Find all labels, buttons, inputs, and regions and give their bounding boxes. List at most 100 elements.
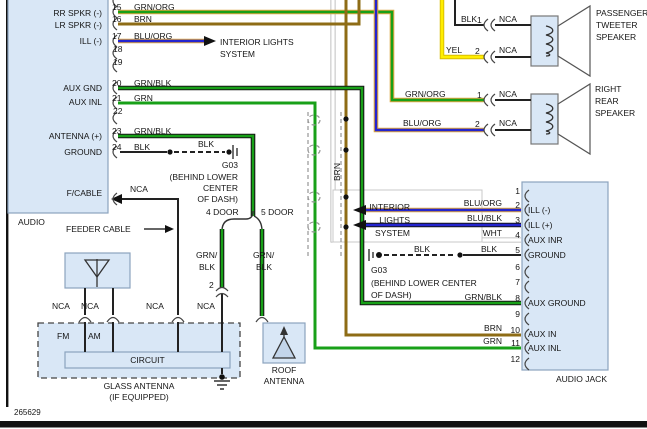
pin-num-21: 21: [112, 93, 122, 103]
jack-pin-11: 11: [511, 338, 520, 348]
pin-label-aux-gnd: AUX GND: [63, 83, 102, 93]
jack-pin-10: 10: [510, 325, 520, 335]
rear-cone: [557, 82, 591, 156]
rear-speaker-box: [530, 93, 559, 145]
rear-wire2-label: BLU/ORG: [403, 118, 442, 128]
tweeter-cone: [557, 4, 591, 78]
branch5-wire-label2: BLK: [256, 262, 273, 272]
wire-label-blk: BLK: [134, 142, 151, 152]
door-split-4door: 4 DOOR: [206, 207, 239, 217]
ground-g03-right-icon: [368, 249, 374, 261]
pin-label-lr-spkr: LR SPKR (-): [54, 20, 102, 30]
nca-label-fm: NCA: [52, 301, 70, 311]
ground-left-loc3: OF DASH): [197, 194, 238, 204]
branch4-wire-label2: BLK: [199, 262, 216, 272]
pin-num-15: 15: [112, 2, 122, 12]
tweeter-pin1: 1: [477, 15, 482, 25]
wire-label-brn: BRN: [134, 14, 152, 24]
antenna-connector-arcs: [78, 286, 269, 323]
wire-blk-ground-5: [368, 249, 521, 261]
circuit-label: CIRCUIT: [130, 355, 165, 365]
pin-num-18: 18: [113, 44, 123, 54]
wire-label-grn-blk: GRN/BLK: [134, 78, 172, 88]
pin-num-24: 24: [112, 142, 122, 152]
jack-pin-2: 2: [515, 200, 520, 210]
pin-num-23: 23: [112, 126, 122, 136]
interior-lights-right-line3: SYSTEM: [375, 228, 410, 238]
rear-pin1: 1: [477, 90, 482, 100]
jack-pin-7: 7: [515, 277, 520, 287]
ground-right-loc1: (BEHIND LOWER CENTER: [371, 278, 477, 288]
jack-pin-12: 12: [510, 354, 520, 364]
interior-lights-right-line2: LIGHTS: [379, 215, 410, 225]
jack-pin-6: 6: [515, 262, 520, 272]
jack-label-aux-in: AUX IN: [528, 329, 557, 339]
ground-right-id: G03: [371, 265, 388, 275]
pin-label-ground: GROUND: [64, 147, 102, 157]
split-bracket-right: [253, 215, 263, 232]
pin-num-20: 20: [112, 78, 122, 88]
jack-pin-3: 3: [515, 215, 520, 225]
rear-name1: RIGHT: [595, 84, 622, 94]
arrow-right-icon: [204, 36, 216, 46]
roof-antenna-caption1: ROOF: [271, 365, 297, 375]
fcable-nca-label: NCA: [130, 184, 148, 194]
tweeter-nca1: NCA: [499, 14, 517, 24]
branch4-conn-num: 2: [209, 280, 214, 290]
tweeter-pin2: 2: [475, 46, 480, 56]
jack-pin-1: 1: [515, 186, 520, 196]
ground-g03-left-icon: [232, 145, 238, 159]
ground-right-loc2: OF DASH): [371, 290, 412, 300]
pin-label-fcable: F/CABLE: [66, 188, 102, 198]
pin-label-aux-inl: AUX INL: [68, 97, 102, 107]
wire-label-grn: GRN: [134, 93, 153, 103]
jack-label-aux-inl: AUX INL: [528, 343, 562, 353]
ground-left-loc1: (BEHIND LOWER: [169, 172, 238, 182]
tweeter-name3: SPEAKER: [596, 32, 637, 42]
glass-am-label: AM: [88, 331, 101, 341]
wire-label-blu-org-r: BLU/ORG: [463, 198, 502, 208]
jack-label-aux-inr: AUX INR: [528, 235, 563, 245]
wire-label-blu-blk-r: BLU/BLK: [467, 213, 502, 223]
wire-label-grn-r: GRN: [483, 336, 502, 346]
speaker-connector-arcs: [483, 18, 496, 137]
ground-left-loc2: CENTER: [203, 183, 238, 193]
wire-label-blk-dashed-r: BLK: [414, 244, 431, 254]
wire-label-grn-blk-r: GRN/BLK: [464, 292, 502, 302]
jack-pin-5: 5: [515, 245, 520, 255]
door-split-5door: 5 DOOR: [261, 207, 294, 217]
tweeter-nca2: NCA: [499, 45, 517, 55]
rear-name2: REAR: [595, 96, 619, 106]
rear-pin2: 2: [475, 119, 480, 129]
wire-label-grn-blk2: GRN/BLK: [134, 126, 172, 136]
rear-wire1-label: GRN/ORG: [405, 89, 446, 99]
pin-num-16: 16: [112, 14, 122, 24]
feeder-cable-label: FEEDER CABLE: [66, 224, 131, 234]
wire-label-brn-r: BRN: [484, 323, 502, 333]
jack-pin-4: 4: [515, 230, 520, 240]
interior-lights-right-line1: INTERIOR: [369, 202, 410, 212]
nca-label-feeder: NCA: [146, 301, 164, 311]
glass-fm-label: FM: [57, 331, 70, 341]
arrow-right-icon: [165, 225, 174, 233]
jack-pin-9: 9: [515, 309, 520, 319]
pin-num-22: 22: [113, 106, 123, 116]
glass-antenna-caption2: (IF EQUIPPED): [109, 392, 169, 402]
pin-num-19: 19: [113, 57, 123, 67]
interior-lights-left-line1: INTERIOR LIGHTS: [220, 37, 294, 47]
tweeter-name2: TWEETER: [596, 20, 638, 30]
wiring-diagram: RR SPKR (-) LR SPKR (-) ILL (-) AUX GND …: [0, 0, 647, 429]
rear-nca1: NCA: [499, 89, 517, 99]
glass-antenna-caption1: GLASS ANTENNA: [103, 381, 175, 391]
jack-label-ill-plus: ILL (+): [528, 220, 553, 230]
wire-label-wht-r: WHT: [482, 228, 502, 238]
wire-label-blk-dashed: BLK: [198, 139, 215, 149]
branch5-wire-label1: GRN/: [253, 250, 275, 260]
audio-jack-caption: AUDIO JACK: [555, 374, 607, 384]
brn-vertical-label: BRN: [332, 163, 342, 181]
jack-label-aux-ground: AUX GROUND: [528, 298, 586, 308]
reference-number: 265629: [14, 408, 41, 417]
pin-label-rr-spkr: RR SPKR (-): [53, 8, 102, 18]
wire-label-blu-org: BLU/ORG: [134, 31, 173, 41]
tweeter-wire1-label: BLK: [461, 14, 478, 24]
